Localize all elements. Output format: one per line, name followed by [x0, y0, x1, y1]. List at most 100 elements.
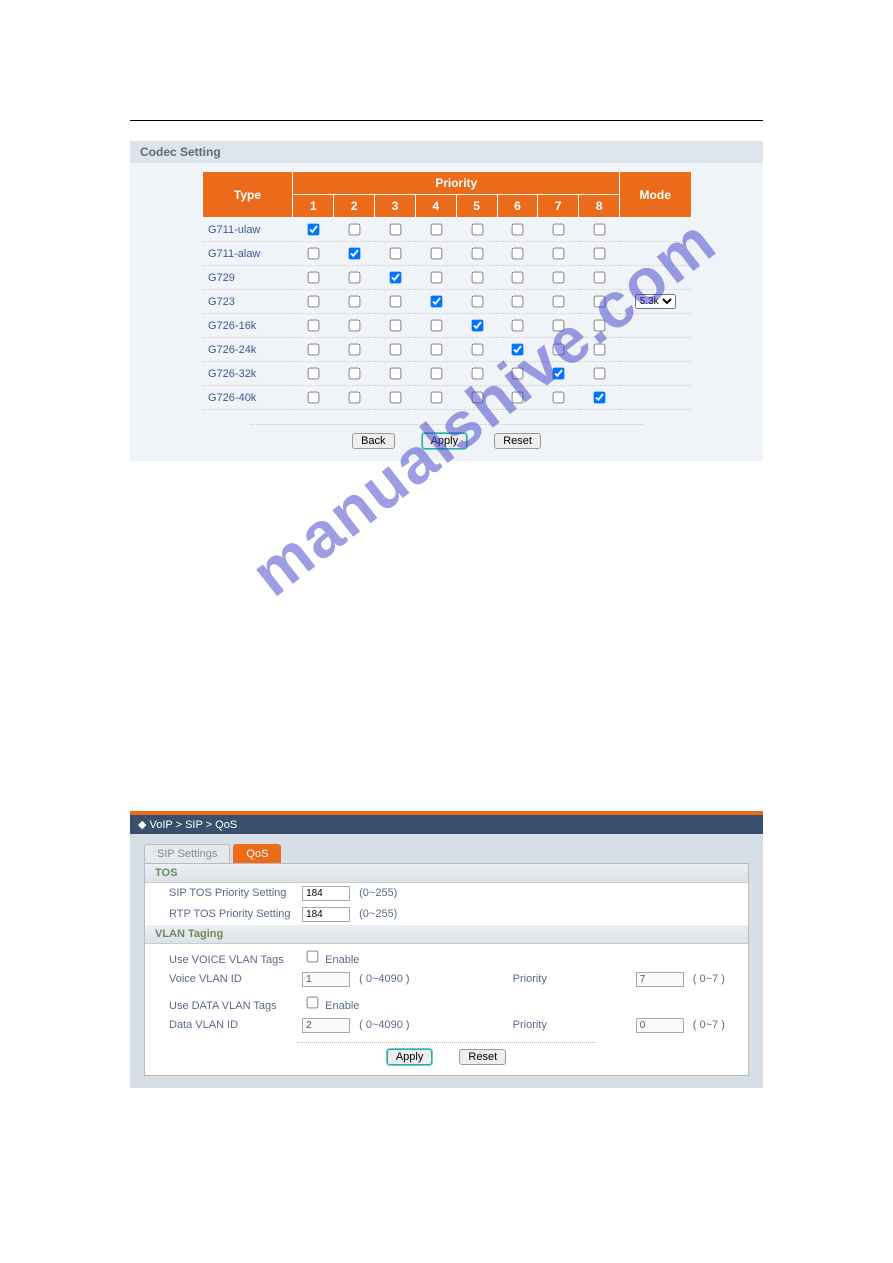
- codec-priority-checkbox[interactable]: [349, 248, 361, 260]
- codec-priority-checkbox[interactable]: [553, 296, 565, 308]
- codec-priority-checkbox[interactable]: [430, 272, 442, 284]
- data-priority-label: Priority: [513, 1019, 633, 1031]
- codec-priority-checkbox[interactable]: [594, 296, 606, 308]
- codec-priority-checkbox[interactable]: [430, 392, 442, 404]
- codec-priority-checkbox[interactable]: [594, 272, 606, 284]
- codec-priority-checkbox[interactable]: [308, 392, 320, 404]
- codec-priority-checkbox[interactable]: [349, 344, 361, 356]
- codec-col-priority-3: 3: [375, 195, 416, 218]
- codec-priority-checkbox[interactable]: [471, 368, 483, 380]
- codec-priority-checkbox[interactable]: [512, 320, 524, 332]
- codec-priority-checkbox[interactable]: [349, 368, 361, 380]
- codec-col-priority-5: 5: [456, 195, 497, 218]
- codec-priority-checkbox[interactable]: [308, 272, 320, 284]
- codec-priority-checkbox[interactable]: [512, 248, 524, 260]
- codec-priority-checkbox[interactable]: [349, 392, 361, 404]
- rtp-tos-row: RTP TOS Priority Setting (0~255): [145, 904, 748, 925]
- codec-priority-checkbox[interactable]: [471, 344, 483, 356]
- codec-priority-checkbox[interactable]: [512, 368, 524, 380]
- codec-row: G7235.3k: [202, 290, 691, 314]
- codec-priority-checkbox[interactable]: [430, 248, 442, 260]
- codec-priority-checkbox[interactable]: [594, 368, 606, 380]
- tab-sip-settings[interactable]: SIP Settings: [144, 844, 230, 863]
- codec-col-priority-8: 8: [579, 195, 620, 218]
- data-priority-input[interactable]: [636, 1018, 684, 1033]
- codec-priority-checkbox[interactable]: [594, 392, 606, 404]
- codec-priority-checkbox[interactable]: [553, 320, 565, 332]
- codec-col-type: Type: [202, 172, 293, 218]
- codec-priority-checkbox[interactable]: [512, 344, 524, 356]
- codec-priority-checkbox[interactable]: [471, 320, 483, 332]
- codec-priority-checkbox[interactable]: [471, 248, 483, 260]
- codec-priority-checkbox[interactable]: [349, 296, 361, 308]
- codec-priority-checkbox[interactable]: [471, 224, 483, 236]
- codec-priority-checkbox[interactable]: [390, 368, 402, 380]
- codec-priority-checkbox[interactable]: [553, 344, 565, 356]
- codec-row: G726-32k: [202, 362, 691, 386]
- codec-priority-checkbox[interactable]: [308, 296, 320, 308]
- back-button[interactable]: Back: [352, 433, 394, 449]
- codec-priority-checkbox[interactable]: [594, 224, 606, 236]
- codec-priority-checkbox[interactable]: [430, 296, 442, 308]
- codec-type-label: G711-alaw: [202, 242, 293, 266]
- tab-qos[interactable]: QoS: [233, 844, 281, 863]
- codec-priority-checkbox[interactable]: [553, 248, 565, 260]
- codec-panel-title: Codec Setting: [130, 141, 763, 163]
- apply-button[interactable]: Apply: [422, 433, 468, 449]
- codec-priority-checkbox[interactable]: [308, 248, 320, 260]
- codec-priority-checkbox[interactable]: [553, 224, 565, 236]
- codec-priority-checkbox[interactable]: [390, 272, 402, 284]
- voice-vlan-id-input[interactable]: [302, 972, 350, 987]
- codec-priority-checkbox[interactable]: [390, 320, 402, 332]
- codec-priority-checkbox[interactable]: [430, 224, 442, 236]
- codec-priority-checkbox[interactable]: [308, 344, 320, 356]
- voice-priority-input[interactable]: [636, 972, 684, 987]
- codec-priority-checkbox[interactable]: [471, 272, 483, 284]
- enable-label-data: Enable: [325, 1000, 359, 1012]
- codec-col-priority-1: 1: [293, 195, 334, 218]
- data-vlan-id-input[interactable]: [302, 1018, 350, 1033]
- codec-priority-checkbox[interactable]: [553, 272, 565, 284]
- codec-priority-checkbox[interactable]: [594, 344, 606, 356]
- codec-priority-checkbox[interactable]: [594, 320, 606, 332]
- sip-tos-input[interactable]: [302, 886, 350, 901]
- codec-priority-checkbox[interactable]: [512, 272, 524, 284]
- tos-section-header: TOS: [145, 864, 748, 883]
- codec-priority-checkbox[interactable]: [553, 392, 565, 404]
- codec-priority-checkbox[interactable]: [430, 320, 442, 332]
- codec-priority-checkbox[interactable]: [553, 368, 565, 380]
- codec-priority-checkbox[interactable]: [390, 392, 402, 404]
- codec-priority-checkbox[interactable]: [390, 248, 402, 260]
- use-voice-vlan-checkbox[interactable]: [307, 951, 319, 963]
- codec-priority-checkbox[interactable]: [471, 392, 483, 404]
- codec-priority-checkbox[interactable]: [512, 224, 524, 236]
- codec-priority-checkbox[interactable]: [430, 368, 442, 380]
- codec-mode-select[interactable]: 5.3k: [635, 294, 676, 309]
- codec-priority-checkbox[interactable]: [390, 344, 402, 356]
- voice-vlan-id-range: ( 0~4090 ): [359, 973, 409, 985]
- codec-priority-checkbox[interactable]: [390, 224, 402, 236]
- codec-priority-checkbox[interactable]: [349, 320, 361, 332]
- codec-priority-checkbox[interactable]: [512, 392, 524, 404]
- codec-priority-checkbox[interactable]: [471, 296, 483, 308]
- qos-reset-button[interactable]: Reset: [459, 1049, 506, 1065]
- use-voice-vlan-row: Use VOICE VLAN Tags Enable: [145, 944, 748, 969]
- codec-priority-checkbox[interactable]: [594, 248, 606, 260]
- codec-priority-checkbox[interactable]: [430, 344, 442, 356]
- data-vlan-id-row: Data VLAN ID ( 0~4090 ) Priority ( 0~7 ): [145, 1015, 748, 1036]
- codec-priority-checkbox[interactable]: [349, 224, 361, 236]
- qos-apply-button[interactable]: Apply: [387, 1049, 433, 1065]
- codec-priority-checkbox[interactable]: [308, 224, 320, 236]
- rtp-tos-input[interactable]: [302, 907, 350, 922]
- codec-priority-checkbox[interactable]: [512, 296, 524, 308]
- codec-priority-checkbox[interactable]: [308, 320, 320, 332]
- codec-priority-checkbox[interactable]: [390, 296, 402, 308]
- codec-row: G729: [202, 266, 691, 290]
- use-data-vlan-checkbox[interactable]: [307, 997, 319, 1009]
- codec-priority-checkbox[interactable]: [349, 272, 361, 284]
- codec-type-label: G726-16k: [202, 314, 293, 338]
- codec-priority-checkbox[interactable]: [308, 368, 320, 380]
- rtp-tos-label: RTP TOS Priority Setting: [169, 908, 299, 920]
- codec-row: G726-40k: [202, 386, 691, 410]
- reset-button[interactable]: Reset: [494, 433, 541, 449]
